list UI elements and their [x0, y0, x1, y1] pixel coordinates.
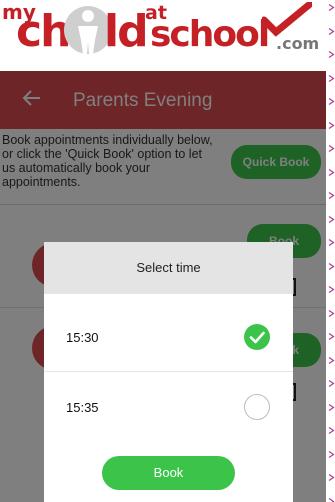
- logo-ch: ch: [16, 6, 71, 57]
- chevron-right-icon: [328, 168, 335, 176]
- chevron-right-icon: [328, 262, 335, 270]
- dialog-title: Select time: [136, 260, 201, 275]
- time-slot-option[interactable]: 15:35: [44, 372, 293, 442]
- time-slot-label: 15:30: [66, 330, 99, 345]
- chevron-right-icon: [328, 4, 335, 11]
- chevron-right-icon: [328, 192, 335, 199]
- chevron-right-icon: [328, 51, 335, 58]
- radio-unchecked-icon[interactable]: [244, 394, 270, 420]
- chevron-right-icon: [328, 215, 335, 223]
- logo-school: school: [150, 14, 270, 55]
- time-slot-option[interactable]: 15:30: [44, 302, 293, 372]
- site-logo: my ch ld at school .com: [0, 0, 326, 62]
- dialog-book-button[interactable]: Book: [102, 456, 235, 490]
- logo-tick-icon: [262, 2, 312, 37]
- chevron-right-icon: [328, 427, 335, 434]
- radio-checked-icon[interactable]: [244, 324, 270, 350]
- chevron-right-icon: [328, 309, 335, 317]
- logo-ld: ld: [104, 6, 149, 57]
- chevron-right-icon: [328, 121, 335, 129]
- chevron-right-icon: [328, 286, 335, 293]
- chevron-right-icon: [328, 98, 335, 105]
- dialog-header: Select time: [44, 242, 293, 294]
- time-slot-label: 15:35: [66, 400, 99, 415]
- chevron-right-icon: [328, 450, 335, 458]
- chevron-column: [326, 0, 335, 502]
- chevron-right-icon: [328, 474, 335, 481]
- chevron-right-icon: [328, 145, 335, 152]
- select-time-dialog: Select time 15:30 15:35 Book: [44, 242, 293, 502]
- chevron-right-icon: [328, 239, 335, 246]
- chevron-right-icon: [328, 356, 335, 364]
- chevron-right-icon: [328, 380, 335, 387]
- chevron-right-icon: [328, 333, 335, 340]
- chevron-right-icon: [328, 403, 335, 411]
- chevron-right-icon: [328, 497, 335, 502]
- chevron-right-icon: [328, 27, 335, 35]
- logo-com: .com: [276, 34, 320, 53]
- chevron-right-icon: [328, 74, 335, 82]
